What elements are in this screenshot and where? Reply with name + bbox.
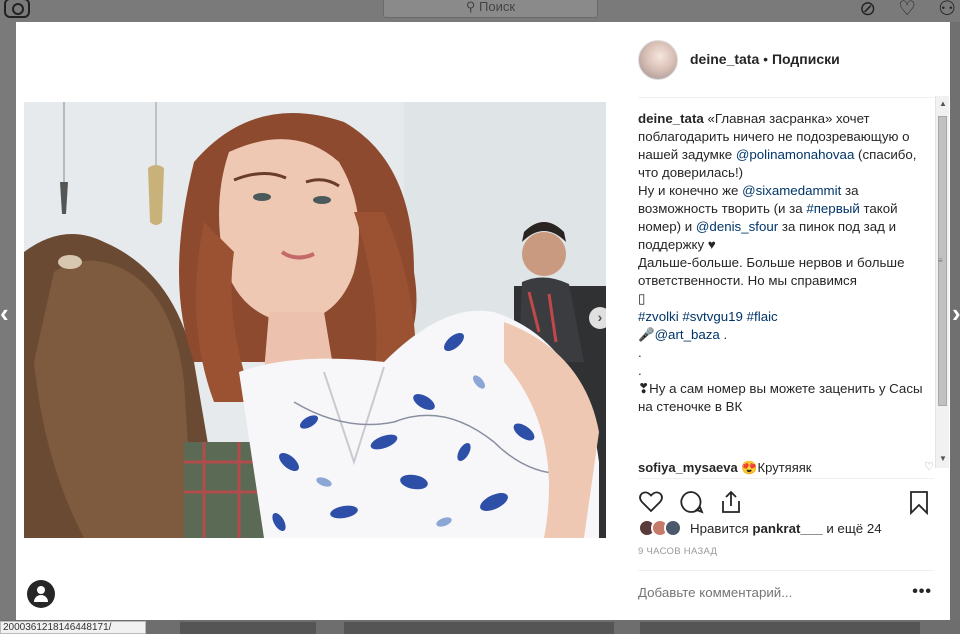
heart-icon[interactable] [638, 489, 664, 515]
status-bar-url: 2000361218146448171/ [0, 621, 146, 634]
carousel-next-button[interactable]: › [589, 307, 606, 329]
likes-text: Нравится pankrat___ и ещё 24 [690, 521, 882, 536]
likes-summary[interactable]: Нравится pankrat___ и ещё 24 [638, 516, 934, 540]
caption: deine_tata «Главная засранка» хочет побл… [638, 110, 934, 416]
post-modal: › deine_tata • Подписки deine_tata «Глав… [16, 22, 950, 620]
liker-avatar [664, 519, 682, 537]
add-comment-section: ••• [638, 570, 934, 620]
add-comment-input[interactable] [638, 585, 888, 600]
comment-icon[interactable] [678, 489, 704, 515]
scroll-up-icon[interactable]: ▲ [939, 99, 947, 108]
profile-icon[interactable]: ⚇ [938, 0, 956, 21]
comments-list: deine_tata «Главная засранка» хочет побл… [638, 110, 934, 468]
likes-count[interactable]: и ещё 24 [826, 521, 881, 536]
author-username[interactable]: deine_tata [690, 51, 759, 67]
comment-text: 😍Крутяяяк [741, 460, 812, 475]
activity-heart-icon[interactable]: ♡ [898, 0, 916, 21]
background-thumbnail[interactable] [640, 622, 920, 634]
background-thumbnail[interactable] [344, 622, 614, 634]
post-photo[interactable]: › [24, 102, 606, 538]
post-timestamp[interactable]: 9 ЧАСОВ НАЗАД [638, 546, 717, 557]
search-input[interactable]: ⚲ Поиск [383, 0, 598, 18]
caption-username[interactable]: deine_tata [638, 111, 704, 126]
next-post-arrow-icon[interactable]: › [952, 298, 960, 329]
mention-link[interactable]: @sixamedammit [742, 183, 841, 198]
more-options-icon[interactable]: ••• [912, 583, 932, 601]
post-header: deine_tata • Подписки [638, 40, 934, 98]
mention-link[interactable]: @art_baza [655, 327, 720, 342]
post-sidebar: deine_tata • Подписки deine_tata «Главна… [623, 22, 950, 620]
header-separator: • [763, 51, 769, 67]
following-button[interactable]: Подписки [772, 51, 840, 67]
search-placeholder: Поиск [479, 0, 516, 14]
caption-text: 🎤 [638, 327, 655, 342]
previous-post-arrow-icon[interactable]: ‹ [0, 298, 9, 329]
background-header: ⚲ Поиск ⊘ ♡ ⚇ [0, 0, 960, 22]
comment-like-icon[interactable]: ♡ [924, 460, 934, 473]
instagram-logo-icon[interactable] [4, 0, 30, 18]
likes-prefix: Нравится [690, 520, 749, 536]
hashtag-link[interactable]: #zvolki #svtvgu19 #flaic [638, 309, 778, 324]
scroll-down-icon[interactable]: ▼ [939, 454, 947, 463]
comment-item: sofiya_mysaeva 😍Крутяяяк ♡ [638, 460, 934, 476]
photo-area: › [16, 22, 623, 620]
share-icon[interactable] [718, 489, 744, 515]
post-actions [638, 478, 934, 520]
post-header-text: deine_tata • Подписки [690, 51, 840, 67]
scroll-grip-icon: ≡ [938, 256, 943, 265]
explore-icon[interactable]: ⊘ [859, 0, 876, 21]
hashtag-link[interactable]: #первый [806, 201, 859, 216]
comment-username[interactable]: sofiya_mysaeva [638, 460, 738, 475]
tagged-users-icon[interactable] [27, 580, 55, 608]
comments-scrollbar[interactable]: ▲ ≡ ▼ [935, 96, 949, 468]
background-thumbnail[interactable] [180, 622, 316, 634]
mention-link[interactable]: @polinamonahovaa [736, 147, 854, 162]
likes-username[interactable]: pankrat___ [752, 521, 822, 536]
background-nav-icons: ⊘ ♡ ⚇ [859, 0, 956, 21]
mention-link[interactable]: @denis_sfour [696, 219, 778, 234]
avatar[interactable] [638, 40, 678, 80]
bookmark-icon[interactable] [906, 489, 932, 516]
